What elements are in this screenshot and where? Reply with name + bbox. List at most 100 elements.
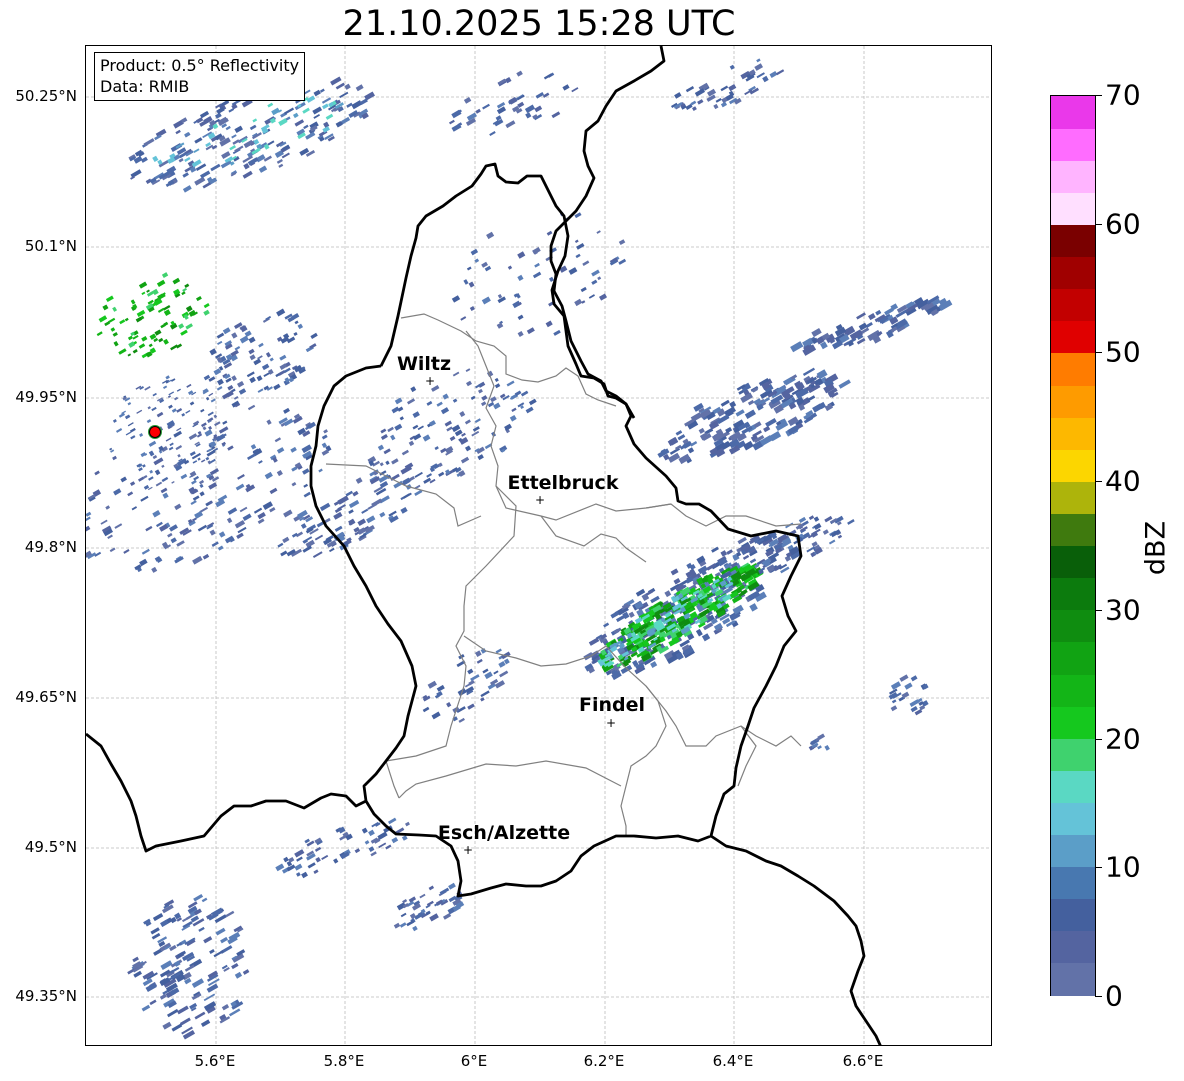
echo-cell	[257, 518, 265, 525]
echo-cell	[423, 477, 432, 484]
echo-cell	[152, 510, 161, 518]
colorbar-segment	[1051, 128, 1095, 161]
echo-cell	[517, 101, 525, 108]
echo-cell	[480, 401, 487, 407]
echo-cell	[482, 103, 490, 110]
echo-cell	[430, 463, 438, 470]
colorbar	[1050, 95, 1096, 996]
echo-cell	[146, 419, 152, 424]
echo-cell	[110, 327, 116, 332]
echo-cell	[190, 500, 197, 506]
echo-cell	[208, 425, 213, 430]
echo-cell	[480, 690, 490, 698]
colorbar-segment	[1051, 513, 1095, 547]
echo-cell	[271, 107, 281, 116]
echo-cell	[290, 446, 297, 453]
lon-tick-label: 6.4°E	[712, 1052, 754, 1070]
echo-cell	[125, 431, 132, 436]
echo-cell	[516, 70, 523, 77]
echo-cell	[283, 509, 293, 518]
radar-map[interactable]: Wiltz + Ettelbruck + Findel + Esch/Alzet…	[85, 45, 992, 1046]
radar-site-dot	[149, 426, 161, 438]
echo-cell	[588, 294, 595, 299]
lat-tick-label: 50.25°N	[15, 87, 77, 105]
echo-cell	[151, 406, 157, 412]
colorbar-segment	[1051, 545, 1095, 579]
echo-cell	[181, 291, 186, 296]
echo-cell	[209, 949, 215, 955]
echo-cell	[838, 379, 851, 389]
echo-cell	[294, 119, 305, 127]
echo-cell	[359, 98, 368, 106]
echo-cell	[286, 864, 296, 872]
colorbar-segment	[1051, 609, 1095, 643]
echo-cell	[549, 276, 555, 282]
echo-cell	[385, 460, 390, 466]
echo-cell	[162, 492, 169, 499]
echo-cell	[481, 296, 491, 305]
echo-cell	[202, 426, 207, 431]
echo-cell	[394, 397, 403, 405]
border-france-east	[710, 834, 882, 1045]
echo-cell	[370, 837, 379, 844]
echo-cell	[302, 107, 310, 114]
echo-cell	[98, 315, 108, 323]
echo-cell	[199, 479, 205, 485]
echo-cell	[257, 512, 266, 520]
echo-cell	[161, 464, 165, 468]
echo-cell	[127, 353, 132, 357]
echo-cell	[399, 416, 404, 421]
lon-tick-label: 6.2°E	[583, 1052, 625, 1070]
echo-cell	[107, 534, 113, 540]
echo-cell	[152, 288, 159, 296]
echo-cell	[319, 502, 331, 512]
echo-cell	[168, 391, 175, 396]
echo-cell	[517, 331, 524, 338]
echo-cell	[112, 419, 117, 423]
echo-cell	[148, 476, 154, 481]
echo-cell	[451, 295, 461, 303]
echo-cell	[664, 590, 672, 598]
echo-cell	[387, 817, 397, 825]
echo-cell	[226, 517, 233, 524]
echo-cell	[401, 449, 409, 456]
echo-cell	[511, 407, 517, 412]
echo-cell	[776, 69, 785, 76]
echo-cell	[216, 386, 223, 391]
echo-cell	[400, 912, 407, 918]
echo-cell	[427, 680, 437, 689]
echo-cell	[429, 913, 439, 922]
echo-cell	[368, 829, 375, 837]
echo-cell	[438, 471, 445, 477]
echo-cell	[239, 506, 248, 513]
echo-cell	[229, 1008, 241, 1017]
echo-cell	[160, 487, 168, 494]
echo-cell	[321, 854, 329, 861]
echo-cell	[149, 999, 157, 1006]
echo-cell	[152, 454, 158, 460]
echo-cell	[102, 304, 109, 311]
echo-cell	[310, 332, 318, 339]
echo-cell	[258, 342, 264, 348]
echo-cell	[571, 87, 579, 93]
echo-cell	[526, 327, 535, 335]
echo-cell	[201, 459, 206, 463]
echo-cell	[253, 507, 263, 514]
echo-cell	[574, 239, 579, 244]
echo-cell	[407, 398, 416, 405]
echo-cell	[119, 319, 126, 325]
colorbar-tick-label: 0	[1105, 979, 1123, 1013]
city-marker-esch: +	[463, 843, 473, 857]
echo-cell	[185, 323, 193, 330]
echo-cell	[460, 316, 467, 321]
echo-cell	[192, 495, 200, 501]
echo-cell	[276, 158, 283, 164]
echo-cell	[329, 547, 335, 553]
echo-cell	[603, 622, 610, 628]
echo-cell	[701, 633, 711, 642]
echo-cell	[263, 155, 272, 162]
echo-cell	[199, 110, 210, 119]
echo-cell	[891, 699, 897, 704]
echo-cell	[534, 262, 540, 268]
echo-cell	[143, 138, 155, 147]
